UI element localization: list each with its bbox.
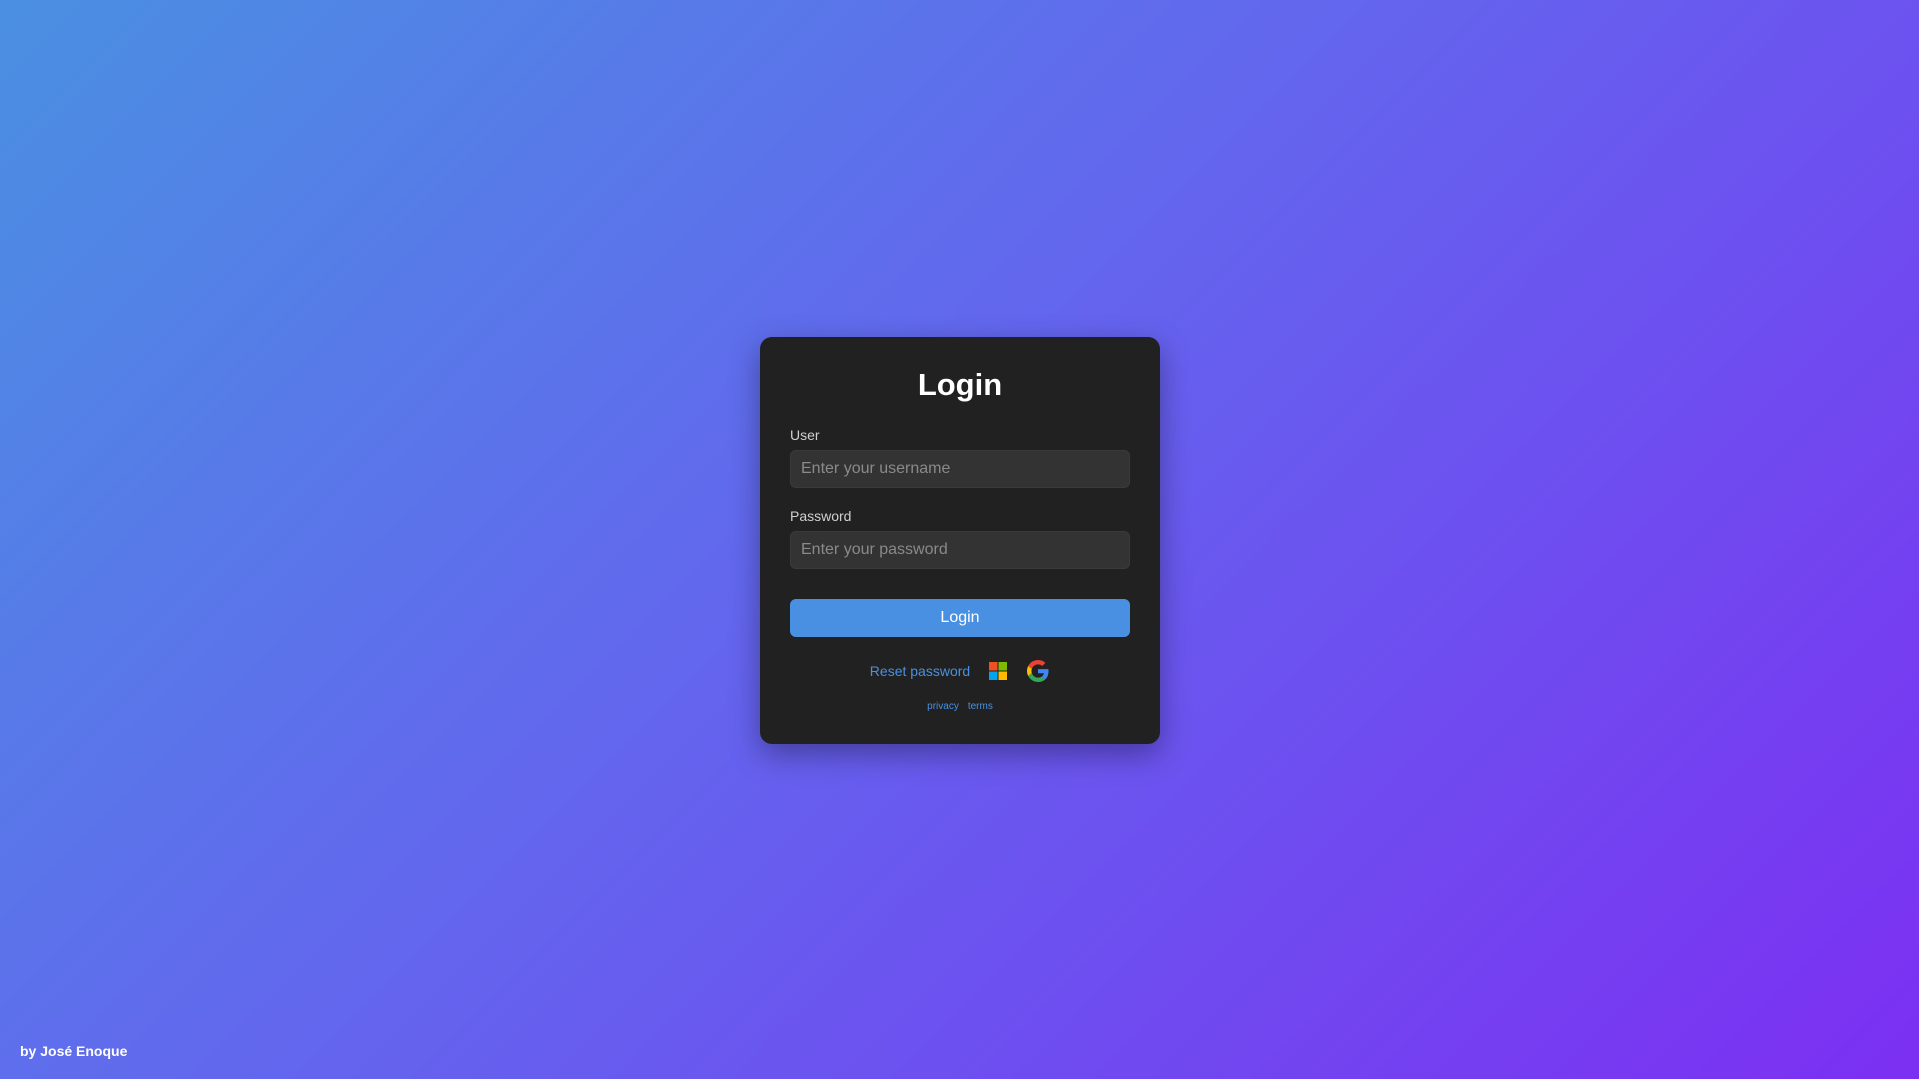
- reset-password-link[interactable]: Reset password: [870, 663, 970, 679]
- password-label: Password: [790, 508, 852, 524]
- terms-link[interactable]: terms: [968, 701, 993, 712]
- login-button[interactable]: Login: [790, 599, 1130, 637]
- google-icon[interactable]: [1026, 659, 1050, 683]
- login-card: Login User Password Login Reset password…: [760, 337, 1160, 744]
- username-input[interactable]: [790, 450, 1130, 488]
- author-credit: by José Enoque: [20, 1043, 128, 1059]
- legal-links: privacy terms: [790, 701, 1130, 712]
- login-title: Login: [917, 367, 1003, 402]
- password-input[interactable]: [790, 531, 1130, 569]
- alternative-actions: Reset password: [790, 659, 1130, 683]
- user-label: User: [790, 427, 820, 443]
- privacy-link[interactable]: privacy: [927, 701, 959, 712]
- microsoft-icon[interactable]: [986, 659, 1010, 683]
